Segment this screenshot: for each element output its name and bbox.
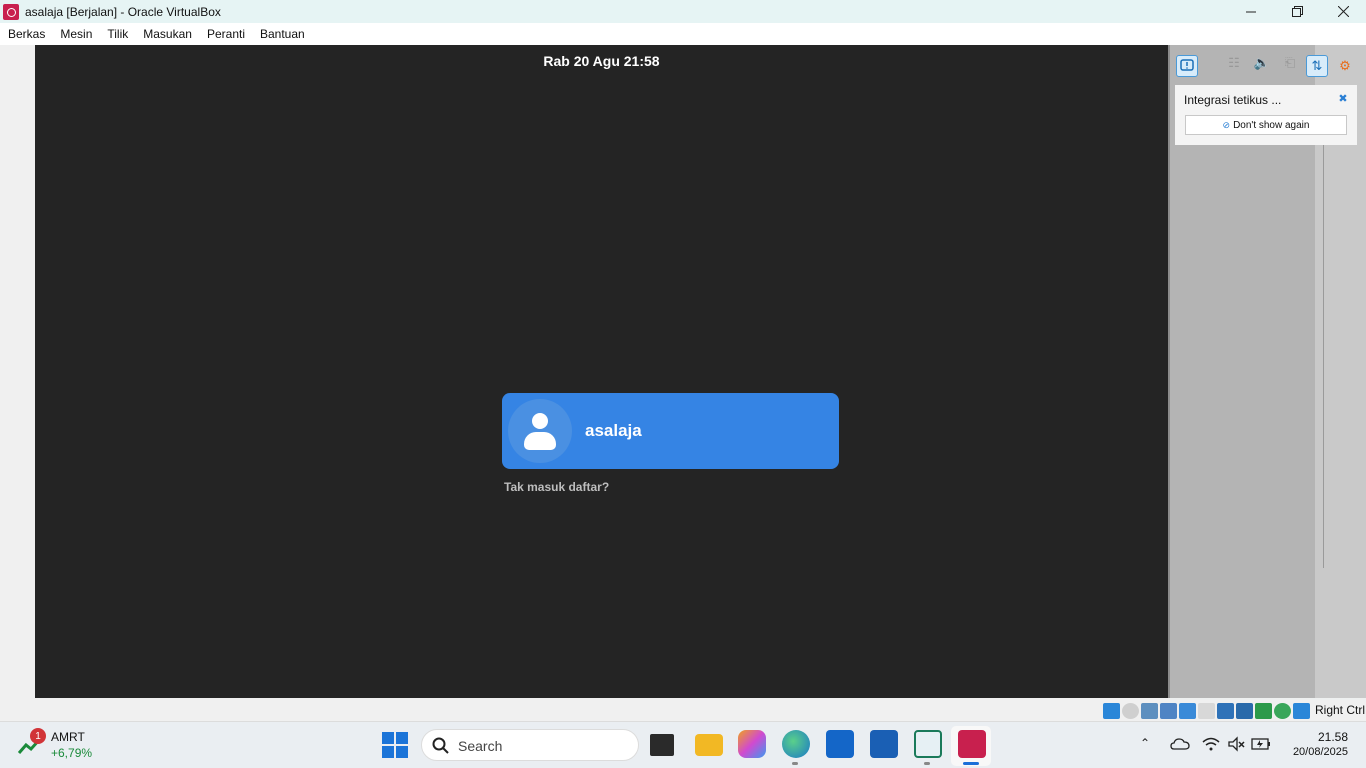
user-login-card[interactable]: asalaja <box>502 393 839 469</box>
virtualbox-icon <box>3 3 19 20</box>
audio-status-icon[interactable] <box>1141 702 1158 719</box>
notification-badge: 1 <box>30 728 46 744</box>
volume-muted-icon[interactable] <box>1227 736 1247 752</box>
vm-margin <box>0 45 35 721</box>
windows-icon <box>382 732 394 744</box>
stock-widget[interactable]: 1 AMRT +6,79% <box>18 728 128 764</box>
network-status-icon[interactable] <box>1160 702 1177 719</box>
vm-clock[interactable]: Rab 20 Agu 21:58 <box>35 53 1168 69</box>
shared-folders-status-icon[interactable] <box>1198 702 1215 719</box>
panel-scrollbar[interactable] <box>1323 145 1324 568</box>
chevron-up-icon[interactable]: ⌃ <box>1140 736 1156 752</box>
cpu-icon[interactable] <box>1255 702 1272 719</box>
audio-icon[interactable]: 🔈 <box>1252 53 1272 73</box>
display-icon[interactable] <box>1217 702 1234 719</box>
copilot-icon[interactable] <box>738 730 766 758</box>
recording-icon[interactable] <box>1236 702 1253 719</box>
close-icon[interactable]: ✖ <box>1337 93 1349 105</box>
menu-peranti[interactable]: Peranti <box>207 27 245 41</box>
title-bar: asalaja [Berjalan] - Oracle VirtualBox <box>0 0 1366 23</box>
window-title: asalaja [Berjalan] - Oracle VirtualBox <box>25 4 221 19</box>
vm-display[interactable]: Rab 20 Agu 21:58 asalaja Tak masuk dafta… <box>35 45 1168 698</box>
not-listed-link[interactable]: Tak masuk daftar? <box>504 480 609 494</box>
battery-charging-icon[interactable] <box>1251 736 1271 752</box>
search-icon <box>432 737 449 754</box>
optical-drive-icon[interactable] <box>1122 702 1139 719</box>
outlook-icon[interactable] <box>826 730 854 758</box>
menu-mesin[interactable]: Mesin <box>60 27 92 41</box>
virtualbox-vm-icon <box>958 730 986 758</box>
onedrive-icon[interactable] <box>1170 736 1190 752</box>
sort-icon[interactable]: ⇅ <box>1306 55 1328 77</box>
stock-change: +6,79% <box>51 746 93 760</box>
start-button[interactable] <box>382 732 408 758</box>
close-button[interactable] <box>1320 0 1366 23</box>
minimize-button[interactable] <box>1228 0 1274 23</box>
avatar <box>508 399 572 463</box>
mouse-integration-icon[interactable] <box>1274 702 1291 719</box>
edge-icon[interactable] <box>782 730 810 758</box>
vm-status-bar: Right Ctrl <box>0 700 1366 721</box>
wifi-icon[interactable] <box>1201 736 1221 752</box>
keep-finished-icon[interactable]: ⚙ <box>1334 55 1356 77</box>
hard-disk-icon[interactable] <box>1103 702 1120 719</box>
search-input[interactable]: Search <box>421 729 639 761</box>
notification-card: Integrasi tetikus ... ✖ ⊘ Don't show aga… <box>1175 85 1357 145</box>
menu-masukan[interactable]: Masukan <box>143 27 192 41</box>
restore-icon <box>1291 6 1303 17</box>
minimize-icon <box>1246 11 1256 12</box>
store-icon[interactable] <box>870 730 898 758</box>
network-icon[interactable]: ☷ <box>1224 53 1244 73</box>
menu-tilik[interactable]: Tilik <box>107 27 128 41</box>
host-key-label: Right Ctrl <box>1315 703 1366 717</box>
vim-app-icon[interactable] <box>914 730 942 758</box>
keyboard-icon[interactable] <box>1293 702 1310 719</box>
username-label: asalaja <box>585 421 642 440</box>
taskbar: 1 AMRT +6,79% Search ⌃ 21.58 20/08/2025 <box>0 721 1366 768</box>
close-icon <box>1337 6 1349 17</box>
notification-center-icon[interactable] <box>1176 55 1198 77</box>
hide-icon: ⊘ <box>1222 119 1231 130</box>
stock-name: AMRT <box>51 730 85 744</box>
menu-bantuan[interactable]: Bantuan <box>260 27 305 41</box>
file-explorer-icon[interactable] <box>695 734 723 756</box>
notification-title: Integrasi tetikus ... <box>1184 93 1282 107</box>
notification-toolbar: ☷ 🔈 ⎗ ⇅ ⚙ <box>1170 45 1366 85</box>
task-view-icon[interactable] <box>650 734 674 756</box>
taskbar-time[interactable]: 21.58 <box>1300 730 1348 744</box>
shared-folder-icon[interactable]: ⎗ <box>1280 53 1300 73</box>
restore-button[interactable] <box>1274 0 1320 23</box>
menu-berkas[interactable]: Berkas <box>8 27 45 41</box>
menu-bar: Berkas Mesin Tilik Masukan Peranti Bantu… <box>0 23 1366 45</box>
user-icon <box>532 413 548 429</box>
dont-show-again-button[interactable]: ⊘ Don't show again <box>1185 115 1347 135</box>
usb-icon[interactable] <box>1179 702 1196 719</box>
taskbar-date[interactable]: 20/08/2025 <box>1276 746 1348 758</box>
